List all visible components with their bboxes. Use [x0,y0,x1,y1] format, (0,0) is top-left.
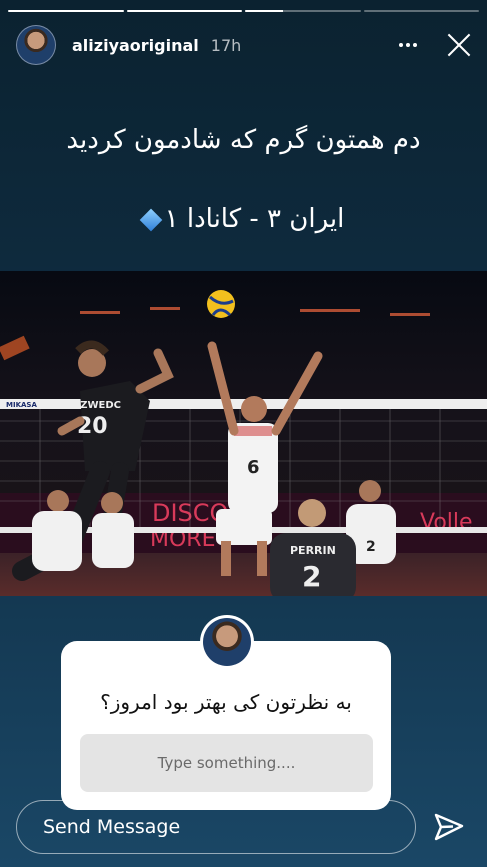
progress-segment [126,10,242,12]
player-number-2: 2 [302,560,321,593]
send-icon[interactable] [433,811,465,843]
story-header: aliziyaoriginal 17h [16,24,473,66]
question-avatar-image [203,618,251,666]
question-answer-input[interactable]: Type something.... [80,734,373,792]
progress-segment [363,10,479,12]
more-options-icon[interactable] [397,34,419,56]
question-avatar [200,615,254,669]
caption-line-2: ایران ۳ - کانادا ۱ [0,204,487,234]
volleyball-photo: DISCOVE MORE Volle MIKASA 6 SZWEDC 20 2 … [0,271,487,596]
progress-fill [8,10,124,12]
caption-line-2-text: ایران ۳ - کانادا ۱ [164,204,345,234]
progress-fill [245,10,284,12]
progress-fill [126,10,242,12]
question-text: به نظرتون کی بهتر بود امروز؟ [100,690,352,714]
story-progress-bar [8,10,479,12]
player-number-2b: 2 [366,539,376,555]
player-name-perrin: PERRIN [290,544,336,557]
caption-line-1: دم همتون گرم که شادمون کردید [66,125,421,155]
blue-diamond-icon [139,208,162,231]
player-name-szwedc: SZWEDC [73,400,121,411]
avatar[interactable] [16,25,56,65]
player-number-6: 6 [247,457,260,478]
photo-illustration: DISCOVE MORE Volle MIKASA 6 SZWEDC 20 2 … [0,271,487,596]
net-banner: MIKASA [6,401,37,409]
post-time: 17h [210,35,242,55]
close-icon[interactable] [445,31,473,59]
progress-segment [8,10,124,12]
username[interactable]: aliziyaoriginal [72,36,199,55]
progress-segment [245,10,361,12]
